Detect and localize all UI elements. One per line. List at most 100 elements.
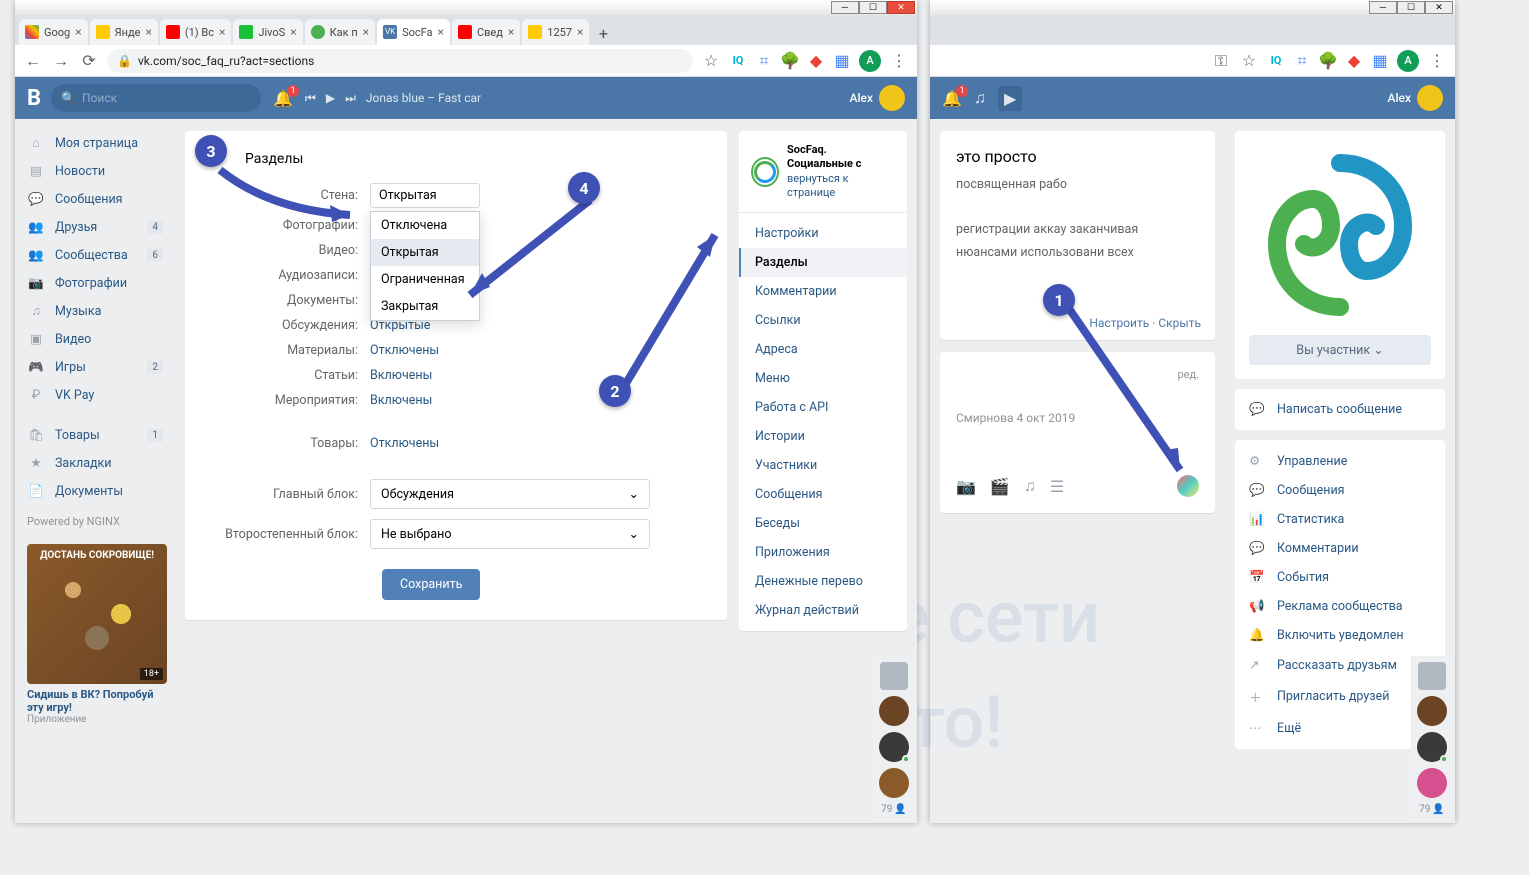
chat-count[interactable]: 79 👤 bbox=[1419, 804, 1445, 815]
sidebar-item-market[interactable]: 🛍Товары1 bbox=[15, 421, 175, 449]
action-ads[interactable]: 📢Реклама сообщества bbox=[1235, 592, 1445, 621]
rmenu-chats[interactable]: Беседы bbox=[739, 509, 907, 538]
action-notify[interactable]: 🔔Включить уведомлен bbox=[1235, 621, 1445, 650]
chat-avatar[interactable] bbox=[1417, 696, 1447, 726]
chat-avatar[interactable] bbox=[879, 732, 909, 762]
tab-youtube2[interactable]: Свед× bbox=[452, 19, 520, 45]
action-manage[interactable]: ⚙Управление bbox=[1235, 446, 1445, 476]
minimize-button[interactable]: ─ bbox=[1369, 1, 1397, 14]
next-track-icon[interactable]: ⏭ bbox=[345, 91, 356, 106]
new-tab-button[interactable]: + bbox=[591, 21, 615, 45]
action-events[interactable]: 📅События bbox=[1235, 563, 1445, 592]
action-messages[interactable]: 💬Сообщения bbox=[1235, 476, 1445, 505]
rmenu-addresses[interactable]: Адреса bbox=[739, 335, 907, 364]
ext-pin-icon[interactable]: ◆ bbox=[807, 52, 825, 70]
ext-tree-icon[interactable]: 🌳 bbox=[781, 52, 799, 70]
minimize-button[interactable]: ─ bbox=[831, 1, 859, 14]
events-value[interactable]: Включены bbox=[370, 393, 432, 408]
sidebar-ad[interactable]: ДОСТАНЬ СОКРОВИЩЕ! 18+ Сидишь в ВК? Попр… bbox=[27, 544, 167, 725]
rmenu-menu[interactable]: Меню bbox=[739, 364, 907, 393]
vk-logo[interactable]: В bbox=[27, 86, 39, 111]
key-icon[interactable]: ⚿ bbox=[1211, 51, 1231, 71]
notifications-button[interactable]: 🔔1 bbox=[273, 89, 293, 108]
tab-vk-active[interactable]: VKSocFa× bbox=[377, 19, 450, 45]
menu-icon[interactable]: ⋮ bbox=[889, 51, 909, 71]
maximize-button[interactable]: ☐ bbox=[1397, 1, 1425, 14]
reload-button[interactable]: ⟳ bbox=[79, 51, 99, 71]
tab-yandex[interactable]: Янде× bbox=[90, 19, 158, 45]
sidebar-item-bookmarks[interactable]: ★Закладки bbox=[15, 449, 175, 477]
rmenu-money[interactable]: Денежные перево bbox=[739, 567, 907, 596]
camera-icon[interactable]: 📷 bbox=[956, 477, 976, 496]
sidebar-item-profile[interactable]: ⌂Моя страница bbox=[15, 129, 175, 157]
save-button[interactable]: Сохранить bbox=[382, 569, 480, 600]
menu-icon[interactable]: ⋮ bbox=[1427, 51, 1447, 71]
chat-avatar[interactable] bbox=[1417, 732, 1447, 762]
user-menu[interactable]: Alex bbox=[850, 85, 905, 111]
articles-value[interactable]: Включены bbox=[370, 368, 432, 383]
notifications-button[interactable]: 🔔1 bbox=[942, 89, 962, 108]
sidebar-item-photos[interactable]: 📷Фотографии bbox=[15, 269, 175, 297]
chat-avatar[interactable] bbox=[1417, 768, 1447, 798]
ext-crop-icon[interactable]: ⌗ bbox=[755, 52, 773, 70]
tab-jivo[interactable]: JivoS× bbox=[233, 19, 302, 45]
tab-1257[interactable]: 1257× bbox=[522, 19, 589, 45]
maximize-button[interactable]: ☐ bbox=[859, 1, 887, 14]
tab-google[interactable]: Goog× bbox=[19, 19, 88, 45]
ext-puzzle-icon[interactable]: ▦ bbox=[1371, 52, 1389, 70]
ext-puzzle-icon[interactable]: ▦ bbox=[833, 52, 851, 70]
sidebar-item-news[interactable]: ▤Новости bbox=[15, 157, 175, 185]
ext-pin-icon[interactable]: ◆ bbox=[1345, 52, 1363, 70]
prev-track-icon[interactable]: ⏮ bbox=[305, 91, 316, 106]
star-icon[interactable]: ☆ bbox=[1239, 51, 1259, 71]
chat-avatar[interactable] bbox=[879, 696, 909, 726]
market-value[interactable]: Отключены bbox=[370, 436, 439, 451]
video-icon[interactable]: 🎬 bbox=[990, 477, 1010, 496]
rmenu-stories[interactable]: Истории bbox=[739, 422, 907, 451]
sidebar-item-games[interactable]: 🎮Игры2 bbox=[15, 353, 175, 381]
ext-iq[interactable]: IQ bbox=[729, 52, 747, 70]
close-icon[interactable]: × bbox=[577, 25, 583, 39]
vk-dog-icon[interactable] bbox=[1418, 662, 1446, 690]
close-icon[interactable]: × bbox=[438, 25, 444, 39]
rmenu-apps[interactable]: Приложения bbox=[739, 538, 907, 567]
rmenu-messages[interactable]: Сообщения bbox=[739, 480, 907, 509]
rmenu-comments[interactable]: Комментарии bbox=[739, 277, 907, 306]
close-icon[interactable]: × bbox=[290, 25, 296, 39]
sec-block-select[interactable]: Не выбрано⌄ bbox=[370, 519, 650, 549]
music-icon[interactable]: ♫ bbox=[1024, 476, 1036, 496]
forward-button[interactable]: → bbox=[51, 51, 71, 71]
back-button[interactable]: ← bbox=[23, 51, 43, 71]
rmenu-sections[interactable]: Разделы bbox=[739, 248, 907, 277]
sidebar-item-messages[interactable]: 💬Сообщения bbox=[15, 185, 175, 213]
rmenu-settings[interactable]: Настройки bbox=[739, 219, 907, 248]
profile-avatar[interactable]: A bbox=[859, 50, 881, 72]
close-button[interactable]: ✕ bbox=[1425, 1, 1453, 14]
close-icon[interactable]: × bbox=[508, 25, 514, 39]
rmenu-members[interactable]: Участники bbox=[739, 451, 907, 480]
action-stats[interactable]: 📊Статистика bbox=[1235, 505, 1445, 534]
close-icon[interactable]: × bbox=[363, 25, 369, 39]
materials-value[interactable]: Отключены bbox=[370, 343, 439, 358]
tab-youtube[interactable]: (1) Вс× bbox=[160, 19, 232, 45]
rmenu-links[interactable]: Ссылки bbox=[739, 306, 907, 335]
search-input[interactable]: 🔍 Поиск bbox=[51, 84, 261, 112]
chat-avatar[interactable] bbox=[879, 768, 909, 798]
rmenu-log[interactable]: Журнал действий bbox=[739, 596, 907, 625]
ext-tree-icon[interactable]: 🌳 bbox=[1319, 52, 1337, 70]
sidebar-item-docs[interactable]: 📄Документы bbox=[15, 477, 175, 505]
url-input[interactable]: 🔒 vk.com/soc_faq_ru?act=sections bbox=[107, 49, 693, 73]
vk-dog-icon[interactable] bbox=[880, 662, 908, 690]
sidebar-item-groups[interactable]: 👥Сообщества6 bbox=[15, 241, 175, 269]
ext-iq[interactable]: IQ bbox=[1267, 52, 1285, 70]
close-icon[interactable]: × bbox=[75, 25, 81, 39]
main-block-select[interactable]: Обсуждения⌄ bbox=[370, 479, 650, 509]
back-link[interactable]: вернуться к странице bbox=[787, 172, 849, 199]
video-icon[interactable]: ▶ bbox=[998, 86, 1022, 111]
membership-button[interactable]: Вы участник ⌄ bbox=[1249, 335, 1431, 365]
close-icon[interactable]: × bbox=[145, 25, 151, 39]
profile-avatar[interactable]: A bbox=[1397, 50, 1419, 72]
sidebar-item-friends[interactable]: 👥Друзья4 bbox=[15, 213, 175, 241]
ext-crop-icon[interactable]: ⌗ bbox=[1293, 52, 1311, 70]
tab-socfaq-site[interactable]: Как п× bbox=[305, 19, 375, 45]
